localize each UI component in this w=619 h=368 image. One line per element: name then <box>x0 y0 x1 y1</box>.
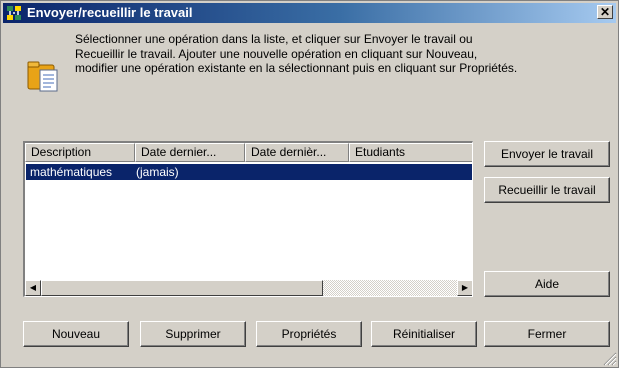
instructions-line-3: modifier une opération existante en la s… <box>75 61 518 76</box>
operations-list[interactable]: Description Date dernier... Date dernièr… <box>23 141 473 297</box>
list-item[interactable]: mathématiques (jamais) <box>26 164 472 180</box>
column-header-last-sent[interactable]: Date dernier... <box>135 143 245 162</box>
collect-work-button[interactable]: Recueillir le travail <box>484 177 610 203</box>
folder-document-icon <box>27 61 58 92</box>
column-header-description[interactable]: Description <box>25 143 135 162</box>
list-header: Description Date dernier... Date dernièr… <box>25 143 472 162</box>
scroll-left-icon[interactable]: ◀ <box>25 280 41 296</box>
help-button[interactable]: Aide <box>484 271 610 297</box>
scroll-right-icon[interactable]: ▶ <box>457 280 472 296</box>
delete-button[interactable]: Supprimer <box>140 321 246 347</box>
close-button[interactable]: Fermer <box>484 321 610 347</box>
send-work-button[interactable]: Envoyer le travail <box>484 141 610 167</box>
instructions-text: Sélectionner une opération dans la liste… <box>75 32 610 76</box>
instructions-line-1: Sélectionner une opération dans la liste… <box>75 32 473 46</box>
close-icon[interactable]: ✕ <box>597 5 613 19</box>
column-header-last-collected[interactable]: Date dernièr... <box>245 143 349 162</box>
column-header-students[interactable]: Etudiants <box>349 143 472 162</box>
properties-button[interactable]: Propriétés <box>256 321 362 347</box>
network-transfer-icon <box>7 6 21 20</box>
list-item-description: mathématiques <box>30 165 113 179</box>
window-title: Envoyer/recueillir le travail <box>27 5 193 20</box>
scrollbar-thumb[interactable] <box>41 280 323 296</box>
instructions-line-2: Recueillir le travail. Ajouter une nouve… <box>75 46 478 61</box>
resize-grip-icon[interactable] <box>603 352 617 366</box>
horizontal-scrollbar[interactable]: ◀ ▶ <box>25 280 472 296</box>
list-item-last-sent: (jamais) <box>136 165 179 179</box>
title-bar[interactable]: Envoyer/recueillir le travail ✕ <box>3 3 616 23</box>
dialog-window: Envoyer/recueillir le travail ✕ Sélectio… <box>0 0 619 368</box>
new-button[interactable]: Nouveau <box>23 321 129 347</box>
reset-button[interactable]: Réinitialiser <box>371 321 477 347</box>
scrollbar-track[interactable] <box>323 280 457 296</box>
